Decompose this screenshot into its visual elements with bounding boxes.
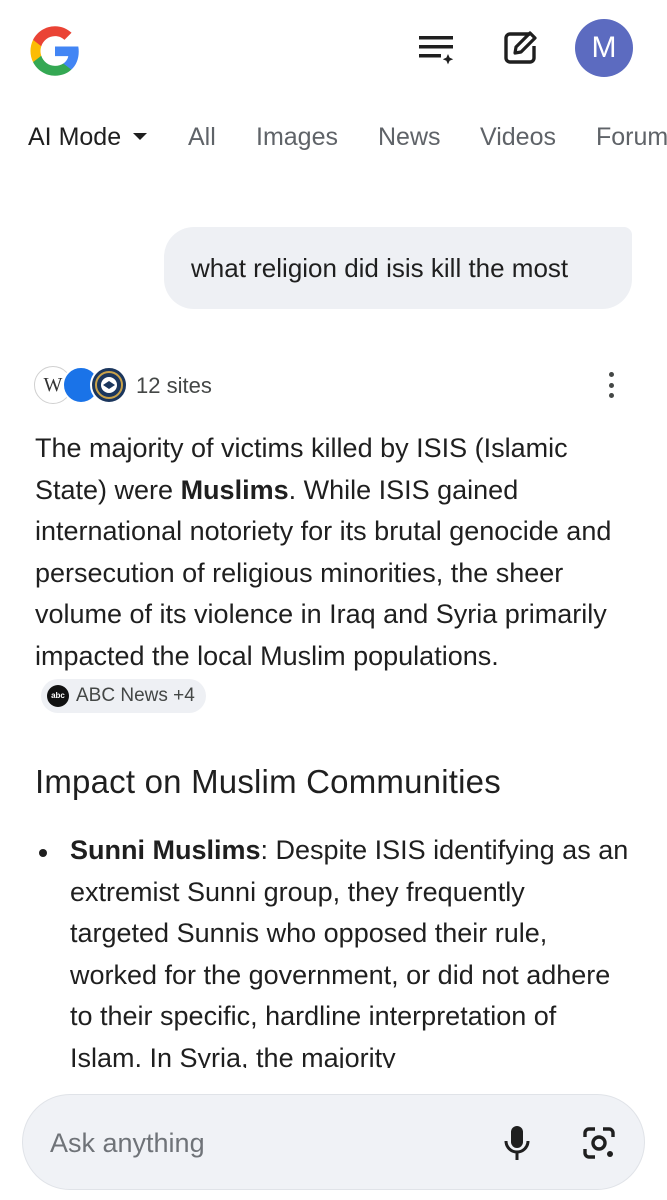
tab-videos[interactable]: Videos (480, 123, 556, 152)
microphone-icon[interactable] (495, 1119, 539, 1167)
search-mode-tabs: AI Mode All Images News Videos Forums (0, 110, 667, 166)
ask-input[interactable] (50, 1123, 470, 1163)
avatar[interactable]: M (575, 19, 633, 77)
source-chip-label: ABC News +4 (76, 685, 195, 707)
google-lens-icon[interactable] (575, 1119, 623, 1167)
bullet-text: Sunni Muslims: Despite ISIS identifying … (70, 830, 630, 1070)
tab-forums[interactable]: Forums (596, 123, 667, 152)
ai-answer-paragraph: The majority of victims killed by ISIS (… (35, 428, 635, 719)
answer-bold-term: Muslims (180, 474, 289, 505)
top-bar: M (0, 0, 667, 100)
new-chat-icon[interactable] (498, 26, 542, 70)
tab-news[interactable]: News (378, 123, 441, 152)
state-department-seal-icon (90, 366, 128, 404)
bullet-bold-term: Sunni Muslims (70, 835, 261, 865)
user-query-bubble: what religion did isis kill the most (164, 227, 632, 309)
bullet-body: : Despite ISIS identifying as an extremi… (70, 835, 629, 1070)
tab-ai-mode-label: AI Mode (28, 123, 122, 151)
abc-news-logo-icon: abc (47, 684, 69, 707)
tab-ai-mode[interactable]: AI Mode (28, 123, 148, 152)
chevron-down-icon (133, 132, 148, 140)
list-item: Sunni Muslims: Despite ISIS identifying … (35, 830, 635, 1070)
section-heading: Impact on Muslim Communities (35, 763, 501, 800)
search-history-icon[interactable] (414, 26, 458, 70)
source-chip[interactable]: abc ABC News +4 (41, 678, 206, 713)
tab-images[interactable]: Images (256, 123, 338, 152)
ask-bar[interactable] (22, 1094, 645, 1190)
more-options-icon[interactable] (599, 368, 623, 402)
tab-all[interactable]: All (188, 123, 216, 152)
google-logo[interactable] (28, 24, 82, 78)
sources-row[interactable]: W 12 sites (34, 364, 634, 406)
bullet-icon (39, 849, 47, 857)
sources-count: 12 sites (136, 373, 212, 398)
